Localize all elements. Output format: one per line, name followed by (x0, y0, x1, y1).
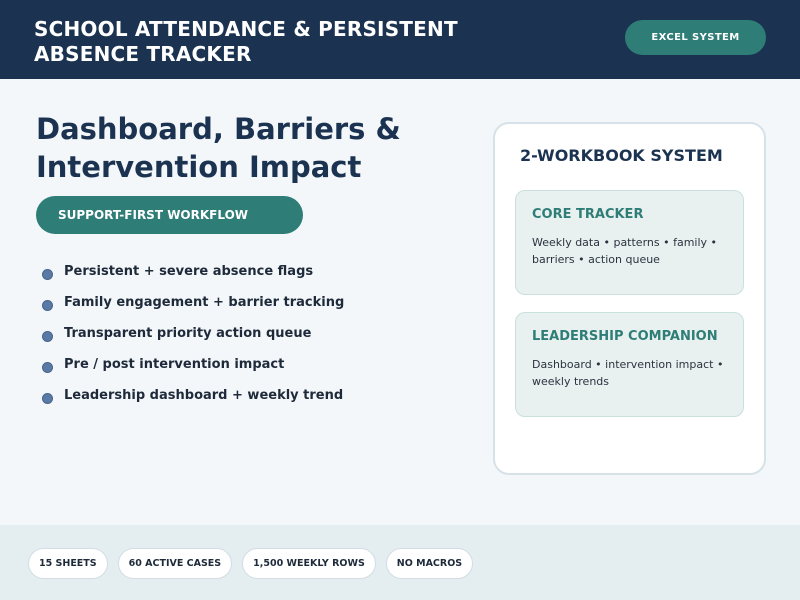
workflow-badge: SUPPORT-FIRST WORKFLOW (36, 196, 303, 234)
feature-label: Pre / post intervention impact (64, 357, 285, 372)
page-title: Dashboard, Barriers & Intervention Impac… (36, 112, 401, 184)
bullet-dot-icon (42, 362, 53, 373)
app-title: SCHOOL ATTENDANCE & PERSISTENT ABSENCE T… (34, 17, 458, 66)
core-tracker-panel: CORE TRACKER Weekly data • patterns • fa… (515, 190, 744, 295)
workbook-title: LEADERSHIP COMPANION (532, 329, 718, 344)
stat-badge-cases: 60 ACTIVE CASES (117, 548, 233, 579)
bullet-dot-icon (42, 269, 53, 280)
header-bar: SCHOOL ATTENDANCE & PERSISTENT ABSENCE T… (0, 0, 800, 79)
bullet-dot-icon (42, 331, 53, 342)
feature-item: Family engagement + barrier tracking (40, 287, 460, 318)
stats-row: 15 SHEETS 60 ACTIVE CASES 1,500 WEEKLY R… (28, 548, 474, 579)
excel-system-badge: EXCEL SYSTEM (625, 20, 766, 55)
workbook-description: Weekly data • patterns • family • barrie… (532, 236, 718, 266)
workbook-system-card: 2-WORKBOOK SYSTEM CORE TRACKER Weekly da… (493, 122, 766, 475)
card-title: 2-WORKBOOK SYSTEM (520, 146, 723, 165)
feature-item: Persistent + severe absence flags (40, 256, 460, 287)
feature-item: Transparent priority action queue (40, 318, 460, 349)
feature-item: Pre / post intervention impact (40, 349, 460, 380)
stat-badge-macros: NO MACROS (385, 548, 474, 579)
feature-list: Persistent + severe absence flags Family… (40, 256, 460, 411)
leadership-companion-panel: LEADERSHIP COMPANION Dashboard • interve… (515, 312, 744, 417)
feature-label: Family engagement + barrier tracking (64, 295, 345, 310)
workbook-title: CORE TRACKER (532, 207, 644, 222)
footer-bar: 15 SHEETS 60 ACTIVE CASES 1,500 WEEKLY R… (0, 525, 800, 600)
feature-label: Transparent priority action queue (64, 326, 312, 341)
feature-label: Leadership dashboard + weekly trend (64, 388, 344, 403)
feature-label: Persistent + severe absence flags (64, 264, 314, 279)
workbook-description: Dashboard • intervention impact • weekly… (532, 358, 724, 388)
stat-badge-sheets: 15 SHEETS (28, 548, 108, 579)
bullet-dot-icon (42, 300, 53, 311)
feature-item: Leadership dashboard + weekly trend (40, 380, 460, 411)
stat-badge-rows: 1,500 WEEKLY ROWS (242, 548, 376, 579)
bullet-dot-icon (42, 393, 53, 404)
